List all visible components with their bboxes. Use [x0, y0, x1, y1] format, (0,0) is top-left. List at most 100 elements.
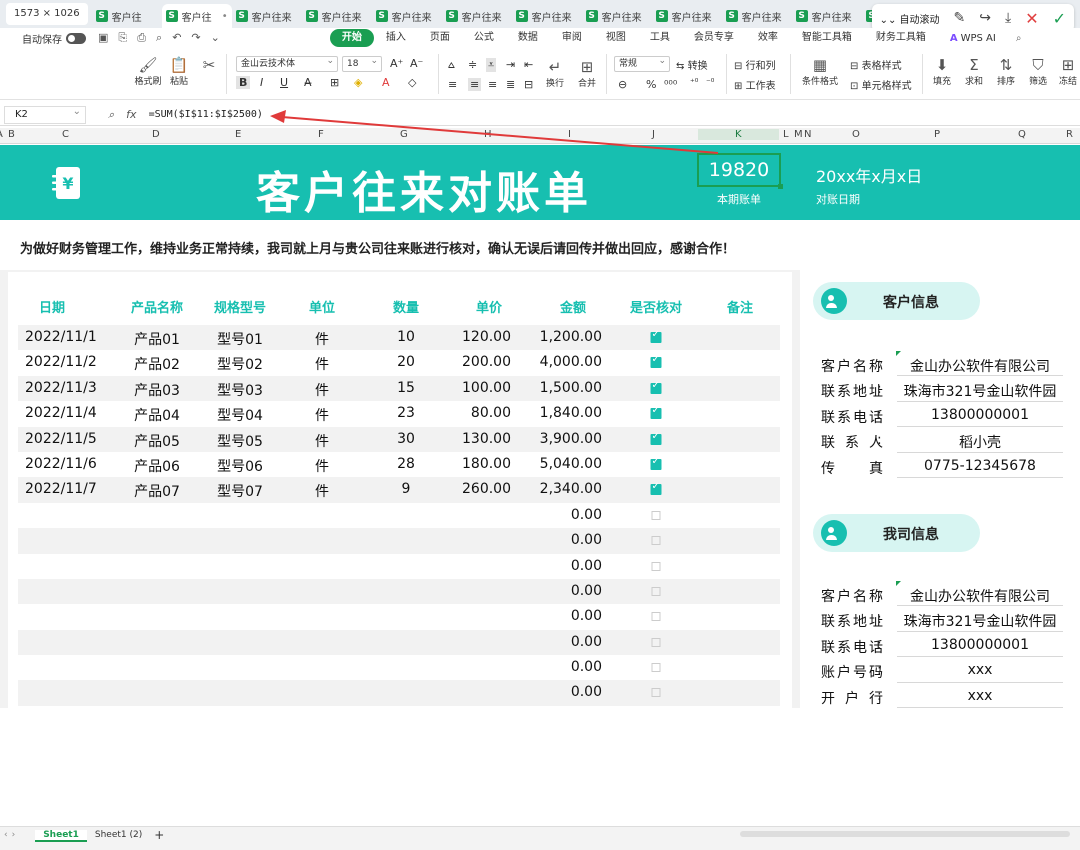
close-icon[interactable]: ✕ [1025, 9, 1038, 28]
cell-qty[interactable]: 30 [397, 431, 415, 447]
sheet-tab[interactable]: Sheet1 (2) [87, 830, 150, 840]
column-header[interactable]: R [1066, 129, 1073, 140]
document-tab[interactable]: S客户往来 [722, 4, 792, 28]
column-header[interactable]: D [152, 129, 160, 140]
worksheet-button[interactable]: ⊞ 工作表 [734, 77, 776, 92]
info-value[interactable]: 金山办公软件有限公司 [897, 356, 1063, 376]
document-tab[interactable]: S客户往来 [512, 4, 582, 28]
paste-button[interactable]: 📋 粘贴 [166, 56, 192, 87]
column-header[interactable]: G [400, 129, 408, 140]
checkbox-unchecked-icon[interactable] [651, 510, 661, 520]
menu-tab[interactable]: 页面 [418, 29, 462, 47]
cell-amount[interactable]: 0.00 [571, 659, 602, 675]
checkbox-unchecked-icon[interactable] [651, 663, 661, 673]
column-header[interactable]: C [62, 129, 69, 140]
column-header[interactable]: O [852, 129, 860, 140]
undo-icon[interactable]: ↶ [172, 31, 181, 45]
cell-amount[interactable]: 3,900.00 [540, 431, 602, 447]
print-icon[interactable]: ⎙ [137, 31, 146, 45]
cell-model[interactable]: 型号06 [217, 456, 263, 476]
cell-amount[interactable]: 1,200.00 [540, 329, 602, 345]
table-row[interactable]: 0.00 [18, 680, 780, 706]
cell-price[interactable]: 120.00 [462, 329, 511, 345]
info-value[interactable]: 珠海市321号金山软件园 [897, 381, 1063, 401]
spreadsheet-grid[interactable]: ¥ 客户往来对账单 19820 本期账单 20xx年x月x日 对账日期 为做好财… [0, 145, 1080, 708]
info-value[interactable]: 珠海市321号金山软件园 [897, 611, 1063, 631]
statement-date[interactable]: 20xx年x月x日 [816, 163, 922, 187]
align-bottom-icon[interactable]: ⩡ [486, 58, 497, 72]
menu-tab[interactable]: 视图 [594, 29, 638, 47]
sum-button[interactable]: Σ 求和 [962, 56, 986, 87]
checkbox-checked-icon[interactable] [650, 456, 662, 470]
column-header[interactable]: H [484, 129, 492, 140]
cell-model[interactable]: 型号04 [217, 405, 263, 425]
cell-amount[interactable]: 5,040.00 [540, 456, 602, 472]
cell-date[interactable]: 2022/11/2 [25, 354, 97, 370]
merge-button[interactable]: ⊞ 合并 [574, 58, 600, 89]
document-tab[interactable]: S客户往来 [792, 4, 862, 28]
font-size-select[interactable]: 18 [342, 54, 382, 72]
table-row[interactable]: 0.00 [18, 629, 780, 656]
wrap-text-button[interactable]: ↵ 换行 [542, 58, 568, 89]
info-value[interactable]: 13800000001 [897, 637, 1063, 653]
fill-button[interactable]: ⬇ 填充 [930, 56, 954, 87]
cell-model[interactable]: 型号02 [217, 354, 263, 374]
border-icon[interactable]: ⊞ [330, 76, 339, 89]
filter-button[interactable]: ⛉ 筛选 [1026, 56, 1050, 87]
menu-tab[interactable]: 会员专享 [682, 29, 746, 47]
cell-amount[interactable]: 1,500.00 [540, 380, 602, 396]
align-left-icon[interactable]: ≡ [448, 78, 457, 91]
cell-product[interactable]: 产品02 [134, 354, 180, 374]
menu-tab[interactable]: 审阅 [550, 29, 594, 47]
table-row[interactable]: 0.00 [18, 528, 780, 554]
menu-tab[interactable]: 效率 [746, 29, 790, 47]
cell-unit[interactable]: 件 [315, 329, 329, 349]
outdent-icon[interactable]: ⇤ [524, 58, 533, 71]
bold-button[interactable]: B [236, 76, 251, 89]
pen-icon[interactable]: ✎ [954, 10, 966, 26]
cell-model[interactable]: 型号07 [217, 481, 263, 501]
cell-model[interactable]: 型号05 [217, 431, 263, 451]
table-row[interactable]: 2022/11/4 产品04 型号04 件 23 80.00 1,840.00 [18, 401, 780, 426]
menu-tab[interactable]: 插入 [374, 29, 418, 47]
document-tab[interactable]: S客户往来 [652, 4, 722, 28]
cell-qty[interactable]: 9 [402, 481, 411, 497]
column-header[interactable]: B [8, 129, 15, 140]
cell-amount[interactable]: 0.00 [571, 608, 602, 624]
share-icon[interactable]: ↪ [979, 10, 991, 26]
increase-font-icon[interactable]: A⁺ [390, 57, 403, 70]
document-tab[interactable]: S客户往来 [442, 4, 512, 28]
conditional-format-button[interactable]: ▦ 条件格式 [798, 56, 842, 87]
info-value[interactable]: 13800000001 [897, 407, 1063, 423]
cell-price[interactable]: 100.00 [462, 380, 511, 396]
cell-amount[interactable]: 2,340.00 [540, 481, 602, 497]
cell-unit[interactable]: 件 [315, 431, 329, 451]
cell-amount[interactable]: 0.00 [571, 634, 602, 650]
download-icon[interactable]: ⤓ [1005, 10, 1011, 26]
cell-date[interactable]: 2022/11/7 [25, 481, 97, 497]
cell-qty[interactable]: 20 [397, 354, 415, 370]
cell-style-button[interactable]: ⊡ 单元格样式 [850, 77, 912, 92]
checkbox-unchecked-icon[interactable] [651, 637, 661, 647]
sort-button[interactable]: ⇅ 排序 [994, 56, 1018, 87]
align-top-icon[interactable]: ⩟ [448, 58, 455, 72]
menu-tab[interactable]: 智能工具箱 [790, 29, 864, 47]
column-header[interactable]: F [318, 129, 324, 140]
italic-button[interactable]: I [260, 76, 263, 89]
table-row[interactable]: 2022/11/3 产品03 型号03 件 15 100.00 1,500.00 [18, 375, 780, 402]
menu-tab[interactable]: 工具 [638, 29, 682, 47]
checkbox-checked-icon[interactable] [650, 380, 662, 394]
indent-icon[interactable]: ⇥ [506, 58, 515, 71]
align-middle-icon[interactable]: ≑ [468, 58, 477, 71]
clear-format-icon[interactable]: ◇ [408, 76, 416, 89]
column-header[interactable]: A [0, 129, 3, 140]
document-tab[interactable]: S客户往来 [232, 4, 302, 28]
cell-price[interactable]: 130.00 [462, 431, 511, 447]
cell-qty[interactable]: 28 [397, 456, 415, 472]
checkbox-unchecked-icon[interactable] [651, 561, 661, 571]
cell-product[interactable]: 产品03 [134, 380, 180, 400]
checkbox-unchecked-icon[interactable] [651, 586, 661, 596]
checkbox-checked-icon[interactable] [650, 405, 662, 420]
cell-model[interactable]: 型号01 [217, 329, 263, 349]
column-header[interactable]: E [235, 129, 241, 140]
